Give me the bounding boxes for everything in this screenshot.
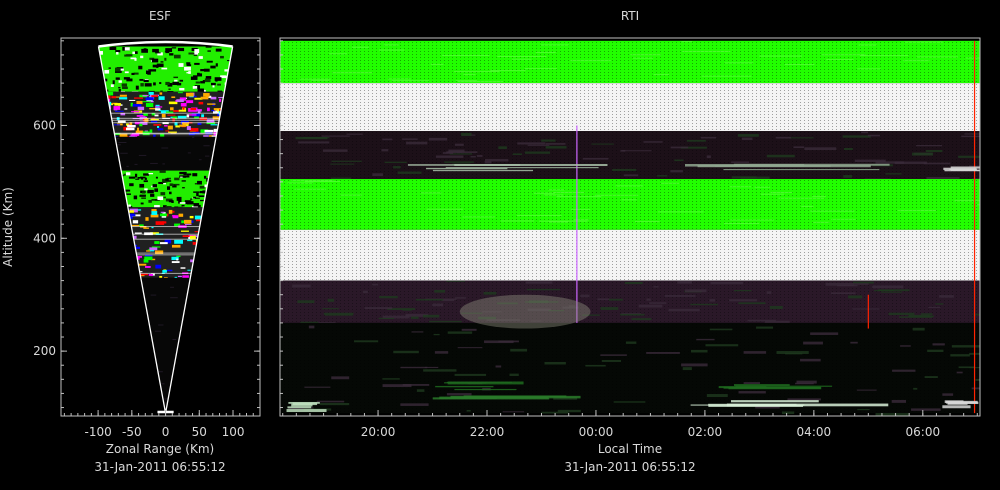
rti-xtick-label: 00:00 (579, 425, 614, 439)
esf-xlabel: Zonal Range (Km) (106, 442, 214, 456)
esf-xtick-label: 100 (222, 425, 245, 439)
esf-xtick-label: -50 (122, 425, 142, 439)
rti-xtick-label: 20:00 (361, 425, 396, 439)
esf-band-green-speckle (98, 170, 233, 210)
rti-band (280, 131, 980, 181)
rti-title: RTI (621, 9, 639, 23)
rti-band (280, 179, 980, 230)
esf-ytick-label: 200 (33, 344, 56, 358)
esf-xtick-label: 50 (192, 425, 207, 439)
rti-band (280, 322, 980, 416)
rti-plot-area (280, 38, 980, 416)
rti-xtick-label: 02:00 (688, 425, 723, 439)
rti-band (280, 280, 980, 325)
esf-xtick-label: 0 (162, 425, 170, 439)
rti-band (280, 83, 980, 132)
esf-ylabel: Altitude (Km) (1, 187, 15, 267)
rti-timestamp: 31-Jan-2011 06:55:12 (564, 460, 695, 474)
rti-blob (459, 294, 591, 329)
figure: ESF -100 -50 0 50 100 200 400 600 Zonal Range (… (1, 9, 981, 474)
esf-band-dark (98, 136, 233, 172)
esf-ytick-label: 600 (33, 118, 56, 132)
esf-band-rainbow (98, 91, 233, 141)
esf-fan (98, 46, 233, 414)
esf-ytick-label: 400 (33, 231, 56, 245)
esf-fan-top-arc (98, 40, 233, 48)
esf-panel: ESF -100 -50 0 50 100 200 400 600 Zonal Range (… (1, 9, 261, 474)
rti-band (280, 229, 980, 281)
esf-band-dark (98, 277, 233, 411)
rti-xtick-label: 04:00 (797, 425, 832, 439)
rti-panel: RTI 20:00 22:00 00:00 02:00 04:00 06:00 Local… (279, 9, 981, 474)
esf-band-rainbow (98, 207, 233, 280)
rti-xtick-label: 06:00 (906, 425, 941, 439)
rti-xlabel: Local Time (598, 442, 662, 456)
esf-title: ESF (149, 9, 171, 23)
esf-xtick-label: -100 (84, 425, 111, 439)
rti-xtick-label: 22:00 (470, 425, 505, 439)
rti-band (280, 40, 980, 84)
esf-plot-area (97, 40, 234, 414)
esf-timestamp: 31-Jan-2011 06:55:12 (94, 460, 225, 474)
